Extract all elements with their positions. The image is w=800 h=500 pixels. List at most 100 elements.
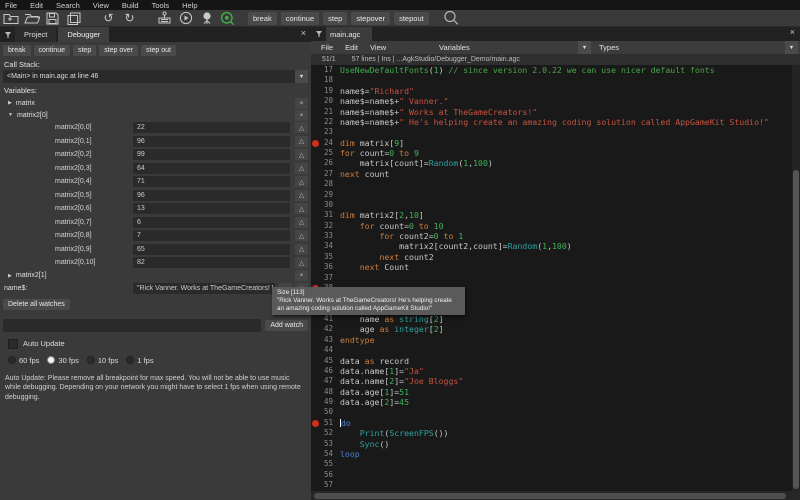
- gutter[interactable]: 51: [311, 418, 335, 428]
- variable-value-field[interactable]: 7: [133, 230, 290, 241]
- gutter[interactable]: 24: [311, 138, 335, 148]
- gutter[interactable]: 42: [311, 324, 335, 334]
- gutter[interactable]: 41: [311, 314, 335, 324]
- code-line[interactable]: 28: [311, 179, 800, 189]
- toolbar-button-break[interactable]: break: [248, 12, 277, 25]
- panel-menu-icon[interactable]: [3, 31, 13, 39]
- code-line[interactable]: 52 Print(ScreenFPS()): [311, 428, 800, 438]
- debug-button-continue[interactable]: continue: [34, 45, 70, 56]
- variable-group-row[interactable]: ▶matrix2[1]×: [0, 270, 311, 282]
- toolbar-button-step[interactable]: step: [323, 12, 347, 25]
- remove-watch-icon[interactable]: ×: [295, 98, 308, 109]
- redo-icon[interactable]: ↻: [119, 11, 140, 26]
- call-stack-select[interactable]: <Main> in main.agc at line 46 ▼: [3, 70, 308, 83]
- close-icon[interactable]: ×: [301, 29, 306, 38]
- chevron-down-icon[interactable]: ▼: [295, 70, 308, 83]
- horizontal-scrollbar-thumb[interactable]: [314, 493, 786, 499]
- code-line[interactable]: 22name$=name$+" He's helping create an a…: [311, 117, 800, 127]
- code-line[interactable]: 31dim matrix2[2,10]: [311, 210, 800, 220]
- tab-debugger[interactable]: Debugger: [58, 27, 109, 42]
- gutter[interactable]: 57: [311, 480, 335, 490]
- tab-project[interactable]: Project: [15, 27, 56, 42]
- code-line[interactable]: 51do: [311, 418, 800, 428]
- gutter[interactable]: 35: [311, 252, 335, 262]
- code-line[interactable]: 50: [311, 407, 800, 417]
- gutter[interactable]: 23: [311, 127, 335, 137]
- gutter[interactable]: 22: [311, 117, 335, 127]
- gutter[interactable]: 17: [311, 65, 335, 75]
- gutter[interactable]: 44: [311, 345, 335, 355]
- code-line[interactable]: 33 for count2=0 to 1: [311, 231, 800, 241]
- watch-triangle-icon[interactable]: △: [295, 122, 308, 133]
- code-line[interactable]: 34 matrix2[count2,count]=Random(1,100): [311, 241, 800, 251]
- gutter[interactable]: 18: [311, 75, 335, 85]
- toolbar-button-stepover[interactable]: stepover: [351, 12, 390, 25]
- code-line[interactable]: 37: [311, 273, 800, 283]
- gutter[interactable]: 45: [311, 356, 335, 366]
- types-dropdown[interactable]: Types ▼: [599, 41, 798, 54]
- fps-option-1-fps[interactable]: 1 fps: [126, 356, 153, 365]
- variable-value-field[interactable]: 99: [133, 149, 290, 160]
- gutter[interactable]: 56: [311, 470, 335, 480]
- broadcast-icon[interactable]: [196, 11, 217, 26]
- gutter[interactable]: 47: [311, 376, 335, 386]
- undo-icon[interactable]: ↺: [98, 11, 119, 26]
- watch-triangle-icon[interactable]: △: [295, 136, 308, 147]
- code-line[interactable]: 20name$=name$+" Vanner.": [311, 96, 800, 106]
- gutter[interactable]: 25: [311, 148, 335, 158]
- radio-icon[interactable]: [126, 356, 134, 364]
- tab-main-agc[interactable]: main.agc: [326, 27, 372, 41]
- run-icon[interactable]: [175, 11, 196, 26]
- gutter[interactable]: 30: [311, 200, 335, 210]
- chevron-right-icon[interactable]: ▶: [8, 100, 12, 106]
- breakpoint-icon[interactable]: [312, 420, 319, 427]
- code-line[interactable]: 43endtype: [311, 335, 800, 345]
- variable-value-field[interactable]: 96: [133, 190, 290, 201]
- chevron-down-icon[interactable]: ▼: [578, 41, 591, 54]
- gutter[interactable]: 29: [311, 190, 335, 200]
- gutter[interactable]: 43: [311, 335, 335, 345]
- watch-triangle-icon[interactable]: △: [295, 149, 308, 160]
- menu-edit[interactable]: Edit: [30, 1, 43, 10]
- watch-triangle-icon[interactable]: △: [295, 176, 308, 187]
- toolbar-button-continue[interactable]: continue: [281, 12, 319, 25]
- code-line[interactable]: 21name$=name$+" Works at TheGameCreators…: [311, 107, 800, 117]
- code-line[interactable]: 55: [311, 459, 800, 469]
- watch-triangle-icon[interactable]: △: [295, 163, 308, 174]
- gutter[interactable]: 34: [311, 241, 335, 251]
- debug-button-step-over[interactable]: step over: [99, 45, 138, 56]
- gutter[interactable]: 31: [311, 210, 335, 220]
- variable-value-field[interactable]: 13: [133, 203, 290, 214]
- add-watch-button[interactable]: Add watch: [265, 320, 308, 331]
- vertical-scrollbar[interactable]: [792, 65, 800, 491]
- breakpoint-icon[interactable]: [312, 140, 319, 147]
- gutter[interactable]: 46: [311, 366, 335, 376]
- variable-group-row[interactable]: ▶matrix×: [0, 97, 311, 109]
- horizontal-scrollbar[interactable]: [311, 491, 800, 500]
- code-line[interactable]: 57: [311, 480, 800, 490]
- gutter[interactable]: 55: [311, 459, 335, 469]
- remove-watch-icon[interactable]: ×: [295, 270, 308, 281]
- editor-menu-file[interactable]: File: [321, 43, 333, 52]
- menu-help[interactable]: Help: [182, 1, 197, 10]
- watch-triangle-icon[interactable]: △: [295, 190, 308, 201]
- code-line[interactable]: 47data.name[2]="Joe Bloggs": [311, 376, 800, 386]
- gutter[interactable]: 19: [311, 86, 335, 96]
- watch-triangle-icon[interactable]: △: [295, 217, 308, 228]
- code-line[interactable]: 42 age as integer[2]: [311, 324, 800, 334]
- code-line[interactable]: 30: [311, 200, 800, 210]
- code-line[interactable]: 17UseNewDefaultFonts(1) // since version…: [311, 65, 800, 75]
- fps-option-60-fps[interactable]: 60 fps: [8, 356, 39, 365]
- gutter[interactable]: 48: [311, 387, 335, 397]
- gutter[interactable]: 32: [311, 221, 335, 231]
- watch-triangle-icon[interactable]: △: [295, 203, 308, 214]
- watch-triangle-icon[interactable]: △: [295, 244, 308, 255]
- code-line[interactable]: 46data.name[1]="Ja": [311, 366, 800, 376]
- code-line[interactable]: 32 for count=0 to 10: [311, 221, 800, 231]
- code-area[interactable]: 17UseNewDefaultFonts(1) // since version…: [311, 65, 800, 491]
- export-device-icon[interactable]: [154, 11, 175, 26]
- code-line[interactable]: 48data.age[1]=51: [311, 387, 800, 397]
- variable-value-field[interactable]: 64: [133, 163, 290, 174]
- radio-icon[interactable]: [8, 356, 16, 364]
- debug-icon[interactable]: [217, 11, 238, 26]
